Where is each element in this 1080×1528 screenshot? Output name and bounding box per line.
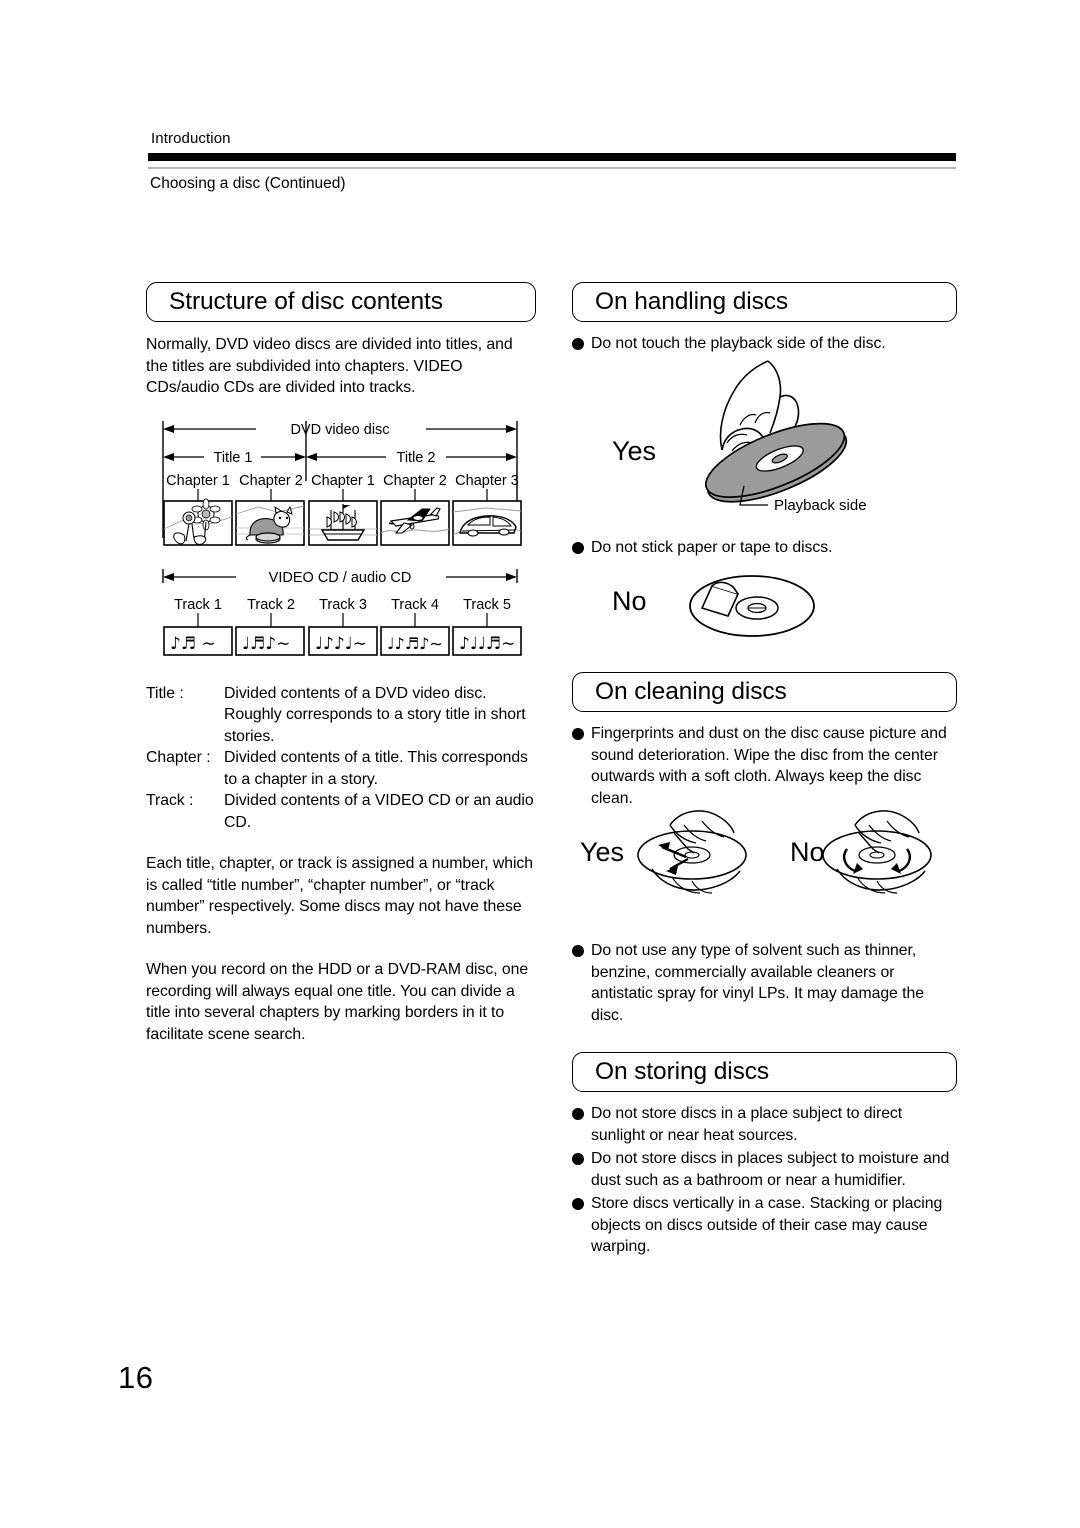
- dvd-diagram-title-1-label: Title 1: [214, 450, 253, 466]
- cd-diagram-track-label: Track 4: [391, 597, 439, 613]
- playback-side-callout-label: Playback side: [774, 497, 867, 514]
- thumbnail-car: [452, 499, 522, 546]
- recording-note-paragraph: When you record on the HDD or a DVD-RAM …: [146, 961, 529, 1043]
- illustration-handling-no: No: [572, 558, 957, 650]
- cd-diagram-track-label: Track 1: [174, 597, 222, 613]
- header-subkicker: Choosing a disc (Continued): [150, 175, 346, 192]
- cleaning-bullet-item: Do not use any type of solvent such as t…: [572, 940, 957, 1026]
- bullet-dot-icon: [572, 1198, 584, 1210]
- dvd-diagram-chapter-label: Chapter 2: [383, 473, 447, 489]
- dvd-structure-diagram: DVD video disc Title 1 Title 2 Chapter 1…: [146, 413, 536, 553]
- no-label: No: [790, 837, 825, 867]
- yes-label: Yes: [580, 837, 624, 867]
- definition-row-title: Title : Divided contents of a DVD video …: [146, 683, 536, 748]
- dvd-diagram-chapter-label: Chapter 1: [166, 473, 230, 489]
- handling-bullet-item: Do not stick paper or tape to discs.: [572, 537, 957, 559]
- cd-structure-diagram: VIDEO CD / audio CD Track 1 Track 2 Trac…: [146, 561, 536, 669]
- section-on-handling-discs: On handling discs: [572, 282, 957, 322]
- definition-description: Divided contents of a VIDEO CD or an aud…: [224, 792, 534, 831]
- section-structure-of-disc-contents: Structure of disc contents: [146, 282, 536, 322]
- bullet-text: Do not store discs in places subject to …: [591, 1150, 950, 1189]
- bullet-dot-icon: [572, 1153, 584, 1165]
- thumbnail-airplane: [380, 499, 450, 546]
- right-column: On handling discs Do not touch the playb…: [572, 282, 957, 1258]
- dvd-diagram-title-2-label: Title 2: [397, 450, 436, 466]
- storing-bullet-item: Do not store discs in places subject to …: [572, 1148, 957, 1191]
- bullet-text: Store discs vertically in a case. Stacki…: [591, 1195, 943, 1255]
- illustration-handling-yes: Yes Playback side: [572, 355, 957, 535]
- page-header: Introduction Choosing a disc (Continued): [148, 130, 956, 193]
- illustration-cleaning-yes-no: Yes No: [572, 809, 957, 929]
- structure-intro-paragraph: Normally, DVD video discs are divided in…: [146, 336, 513, 396]
- section-title-label: On storing discs: [595, 1058, 770, 1085]
- bullet-dot-icon: [572, 541, 584, 554]
- thumbnail-sailing-ship: [308, 499, 378, 546]
- section-title-label: On handling discs: [595, 288, 789, 315]
- thumbnail-cat: [235, 499, 305, 546]
- storing-bullet-item: Do not store discs in a place subject to…: [572, 1103, 957, 1146]
- definition-row-track: Track : Divided contents of a VIDEO CD o…: [146, 790, 536, 833]
- no-label: No: [612, 586, 647, 616]
- definition-description: Divided contents of a title. This corres…: [224, 749, 528, 788]
- yes-label: Yes: [612, 436, 656, 466]
- bullet-text: Do not touch the playback side of the di…: [591, 335, 886, 352]
- bullet-text: Do not store discs in a place subject to…: [591, 1105, 903, 1144]
- definition-row-chapter: Chapter : Divided contents of a title. T…: [146, 747, 536, 790]
- bullet-dot-icon: [572, 338, 584, 350]
- dvd-diagram-top-label: DVD video disc: [290, 422, 389, 438]
- page-number: 16: [118, 1360, 154, 1395]
- section-title-label: On cleaning discs: [595, 678, 787, 705]
- cd-diagram-track-label: Track 3: [319, 597, 367, 613]
- track-notes-glyphs: ♩♬♪∼: [242, 634, 290, 654]
- bullet-dot-icon: [572, 1108, 584, 1120]
- cd-diagram-track-label: Track 5: [463, 597, 511, 613]
- bullet-dot-icon: [572, 945, 584, 957]
- bullet-text: Fingerprints and dust on the disc cause …: [591, 725, 947, 807]
- handling-bullet-item: Do not touch the playback side of the di…: [572, 333, 957, 355]
- cd-diagram-track-label: Track 2: [247, 597, 295, 613]
- left-column: Structure of disc contents Normally, DVD…: [146, 282, 536, 1045]
- definition-term: Title :: [146, 684, 184, 702]
- bullet-text: Do not use any type of solvent such as t…: [591, 942, 924, 1024]
- definition-term: Chapter :: [146, 749, 211, 766]
- track-notes-glyphs: ♪♬ ∼: [170, 634, 216, 654]
- header-black-rule: [148, 153, 956, 161]
- header-gray-rule: [148, 167, 956, 169]
- bullet-dot-icon: [572, 728, 584, 740]
- section-on-cleaning-discs: On cleaning discs: [572, 672, 957, 712]
- header-kicker: Introduction: [151, 130, 231, 147]
- numbers-note-paragraph: Each title, chapter, or track is assigne…: [146, 855, 534, 937]
- dvd-diagram-chapter-label: Chapter 2: [239, 473, 303, 489]
- definition-term: Track :: [146, 792, 194, 809]
- section-title-label: Structure of disc contents: [169, 288, 443, 315]
- thumbnail-sunflowers: [163, 498, 233, 546]
- cd-diagram-top-label: VIDEO CD / audio CD: [269, 570, 412, 586]
- bullet-text: Do not stick paper or tape to discs.: [591, 538, 833, 556]
- dvd-diagram-chapter-label: Chapter 1: [311, 473, 375, 489]
- track-notes-glyphs: ♩♪♪♩∼: [315, 634, 367, 654]
- section-on-storing-discs: On storing discs: [572, 1052, 957, 1092]
- definition-list: Title : Divided contents of a DVD video …: [146, 683, 536, 834]
- definition-description: Divided contents of a DVD video disc. Ro…: [224, 684, 526, 745]
- cleaning-bullet-item: Fingerprints and dust on the disc cause …: [572, 723, 957, 809]
- dvd-diagram-chapter-label: Chapter 3: [455, 473, 519, 489]
- storing-bullet-item: Store discs vertically in a case. Stacki…: [572, 1193, 957, 1258]
- track-notes-glyphs: ♩♪♬♪∼: [387, 634, 443, 653]
- track-notes-glyphs: ♪♩♩♬∼: [459, 634, 515, 654]
